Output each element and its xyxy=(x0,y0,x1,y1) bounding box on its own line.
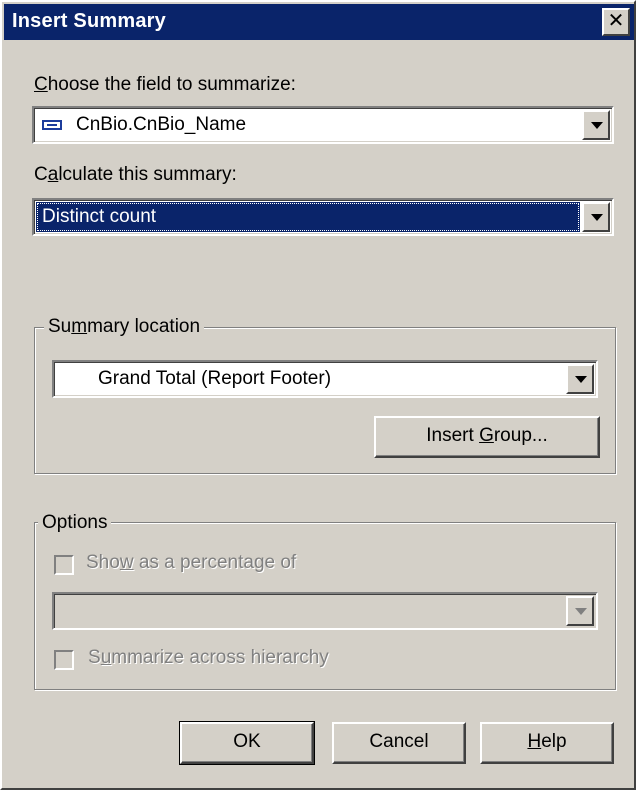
field-label: Choose the field to summarize: xyxy=(34,74,296,95)
summary-location-value: Grand Total (Report Footer) xyxy=(98,368,332,389)
summarize-across-hierarchy-label: Summarize across hierarchy xyxy=(88,647,329,668)
insert-summary-dialog: Insert Summary ✕ Choose the field to sum… xyxy=(0,0,636,790)
window-title: Insert Summary xyxy=(12,10,166,32)
show-percentage-checkbox[interactable] xyxy=(54,555,74,575)
field-combobox[interactable]: CnBio.CnBio_Name xyxy=(32,106,614,144)
field-combobox-value: CnBio.CnBio_Name xyxy=(76,114,247,135)
show-percentage-label: Show as a percentage of xyxy=(86,552,297,573)
percentage-of-combobox[interactable] xyxy=(52,592,598,630)
summarize-across-hierarchy-checkbox[interactable] xyxy=(54,650,74,670)
title-bar[interactable]: Insert Summary ✕ xyxy=(4,4,634,40)
ok-button[interactable]: OK xyxy=(179,721,315,765)
chevron-down-icon[interactable] xyxy=(566,364,594,394)
calculation-combobox[interactable]: Distinct count xyxy=(32,198,614,236)
chevron-down-icon[interactable] xyxy=(582,110,610,140)
chevron-down-icon[interactable] xyxy=(582,202,610,232)
insert-group-button[interactable]: Insert Group... xyxy=(374,416,600,458)
cancel-button[interactable]: Cancel xyxy=(332,722,466,764)
summary-location-legend: Summary location xyxy=(44,316,205,338)
chevron-down-icon[interactable] xyxy=(566,596,594,626)
close-icon: ✕ xyxy=(607,10,625,32)
calculate-label: Calculate this summary: xyxy=(34,164,237,185)
database-field-icon xyxy=(42,120,62,130)
help-button[interactable]: Help xyxy=(480,722,614,764)
summary-location-combobox[interactable]: Grand Total (Report Footer) xyxy=(52,360,598,398)
options-legend: Options xyxy=(38,512,112,534)
close-button[interactable]: ✕ xyxy=(602,8,630,36)
calculation-combobox-value: Distinct count xyxy=(42,206,157,227)
